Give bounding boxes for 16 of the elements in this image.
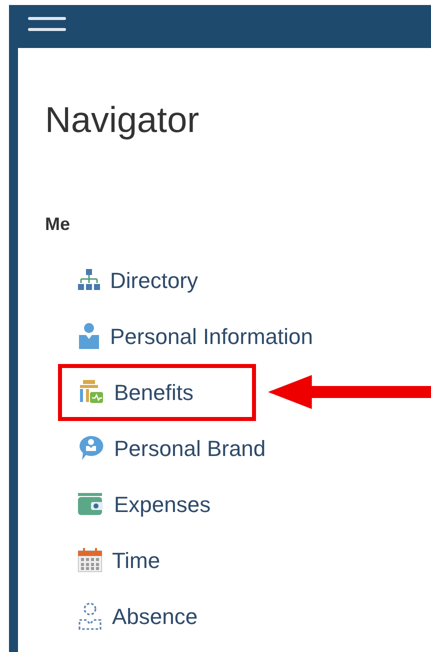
nav-link[interactable]: Directory bbox=[58, 252, 212, 309]
nav-link[interactable]: Personal Information bbox=[58, 308, 327, 365]
speech-bubble-icon bbox=[78, 435, 104, 462]
nav-link[interactable]: Time bbox=[58, 532, 174, 589]
wallet-icon bbox=[78, 493, 104, 516]
org-chart-icon bbox=[78, 269, 100, 292]
nav-link[interactable]: Expenses bbox=[58, 476, 225, 533]
navigator-title: Navigator bbox=[45, 98, 200, 142]
group-heading: Me bbox=[45, 213, 72, 236]
nav-link[interactable]: Benefits bbox=[58, 364, 256, 421]
calendar-icon bbox=[78, 548, 102, 572]
absent-person-icon bbox=[78, 602, 102, 630]
nav-link[interactable]: Personal Brand bbox=[58, 420, 280, 477]
person-icon bbox=[78, 323, 100, 350]
nav-link[interactable]: Absence bbox=[58, 588, 212, 645]
benefits-icon bbox=[78, 380, 104, 404]
